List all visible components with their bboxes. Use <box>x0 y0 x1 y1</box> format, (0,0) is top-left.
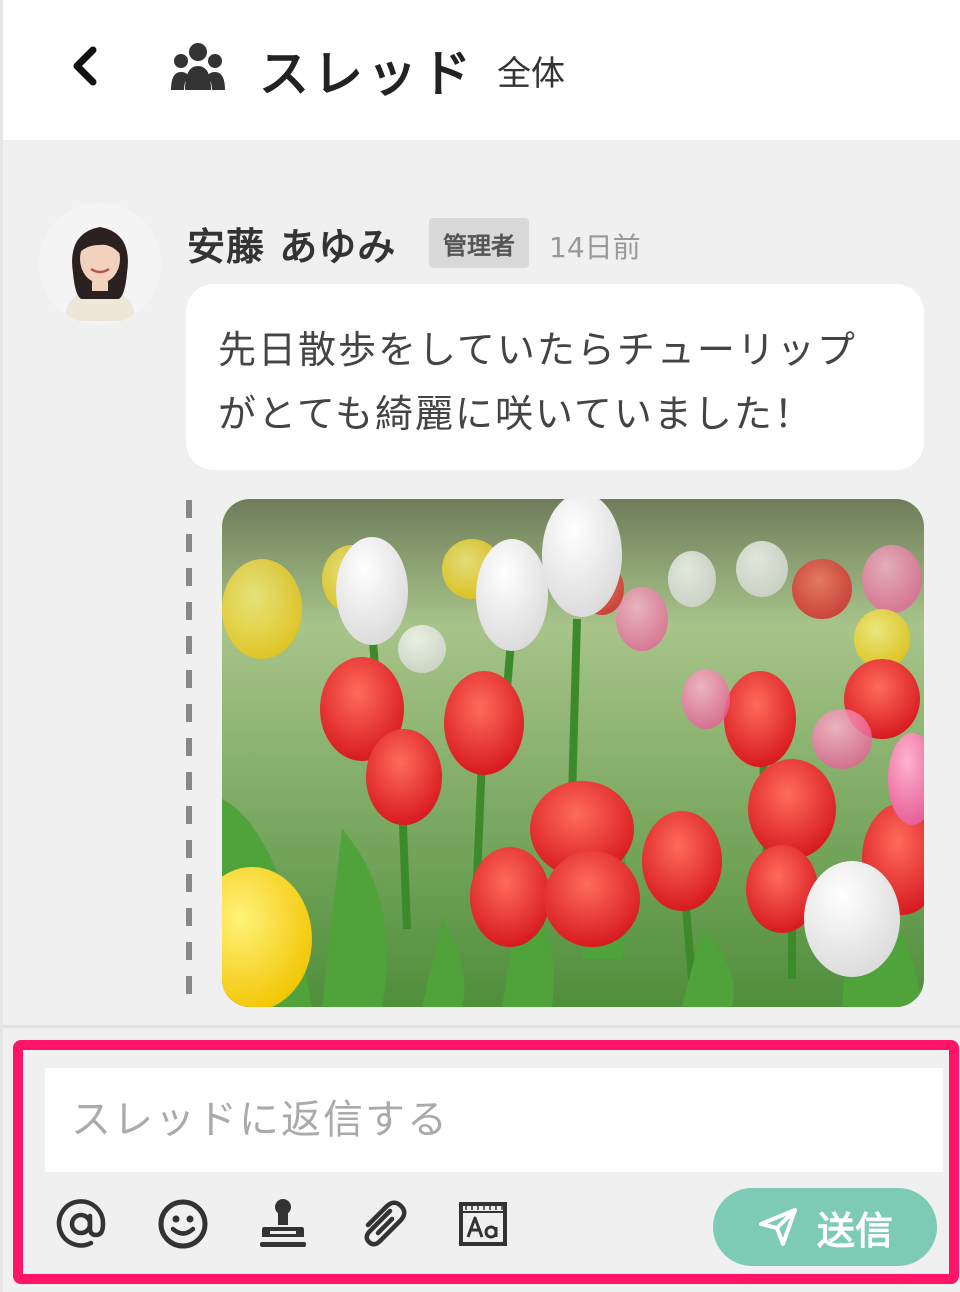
timestamp: 14日前 <box>549 231 641 264</box>
stamp-icon <box>260 1199 306 1247</box>
thread-connector <box>186 500 192 1010</box>
reply-composer: 送信 <box>13 1040 959 1284</box>
message-text-line: 先日散歩をしていたらチューリップ <box>218 328 857 372</box>
app-frame: スレッド 全体 安藤 あゆみ 管理者 14日前 先日散歩をしていたらチューリップ… <box>0 0 960 1292</box>
mention-icon <box>56 1199 106 1248</box>
scope-label: 全体 <box>497 54 565 94</box>
send-label: 送信 <box>816 1208 893 1253</box>
avatar[interactable] <box>39 203 161 325</box>
page-title: スレッド <box>259 45 475 103</box>
send-button[interactable]: 送信 <box>713 1188 937 1266</box>
avatar-image <box>39 203 161 325</box>
text-format-icon <box>459 1202 507 1246</box>
attachment-icon <box>364 1200 407 1247</box>
emoji-icon <box>158 1199 208 1249</box>
reply-input[interactable] <box>45 1068 943 1172</box>
attach-button[interactable] <box>353 1194 413 1254</box>
mention-button[interactable] <box>51 1194 111 1254</box>
tulip-photo <box>222 499 924 1007</box>
message-bubble: 先日散歩をしていたらチューリップ がとても綺麗に咲いていました！ <box>186 284 924 470</box>
back-button[interactable] <box>59 40 111 92</box>
author-name[interactable]: 安藤 あゆみ <box>187 216 396 271</box>
attached-photo[interactable] <box>222 499 924 1007</box>
message-text-line: がとても綺麗に咲いていました！ <box>218 392 814 436</box>
group-icon <box>171 43 225 90</box>
chevron-left-icon <box>73 46 97 86</box>
role-badge: 管理者 <box>429 218 529 268</box>
text-format-button[interactable] <box>453 1194 513 1254</box>
divider <box>3 1025 960 1028</box>
thread-header: スレッド 全体 <box>3 0 960 140</box>
emoji-button[interactable] <box>153 1194 213 1254</box>
stamp-button[interactable] <box>253 1194 313 1254</box>
send-icon <box>758 1208 797 1246</box>
